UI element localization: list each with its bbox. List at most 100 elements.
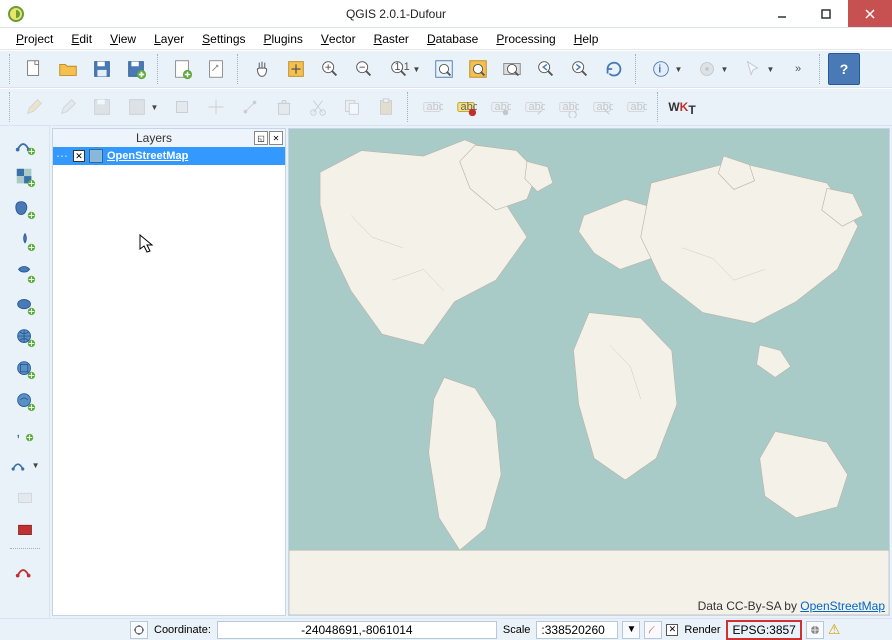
settings-dropdown-button[interactable]: ▼ (690, 53, 734, 85)
layer-visibility-checkbox[interactable]: ✕ (73, 150, 85, 162)
add-vector-layer-button[interactable] (9, 130, 41, 160)
label-abc-4-button[interactable]: abc (518, 91, 550, 123)
close-button[interactable] (848, 0, 892, 27)
layers-panel-close-button[interactable]: ✕ (269, 131, 283, 145)
pan-button[interactable] (246, 53, 278, 85)
zoom-in-button[interactable] (314, 53, 346, 85)
add-raster-layer-button[interactable] (9, 162, 41, 192)
menu-project[interactable]: Project (8, 30, 61, 48)
new-composer-button[interactable] (166, 53, 198, 85)
new-shapefile-button[interactable]: ▼ (9, 450, 41, 480)
layer-row-openstreetmap[interactable]: ⋯ ✕ OpenStreetMap (53, 147, 285, 165)
move-feature-button[interactable] (200, 91, 232, 123)
label-abc-7-button[interactable]: abc (620, 91, 652, 123)
add-wcs-layer-button[interactable] (9, 354, 41, 384)
crs-status-box[interactable]: EPSG:3857 (726, 620, 801, 640)
save-as-button[interactable] (120, 53, 152, 85)
label-abc-6-button[interactable]: abc (586, 91, 618, 123)
add-spatialite-layer-button[interactable] (9, 226, 41, 256)
toolbar-grip[interactable] (635, 54, 639, 84)
titlebar: QGIS 2.0.1-Dufour (0, 0, 892, 28)
menu-database[interactable]: Database (419, 30, 486, 48)
label-abc-1-button[interactable]: abc (416, 91, 448, 123)
toggle-extents-button[interactable] (130, 621, 148, 639)
toolbar-grip[interactable] (407, 92, 411, 122)
zoom-to-selection-button[interactable] (462, 53, 494, 85)
add-postgis-layer-button[interactable] (9, 194, 41, 224)
scale-dropdown-button[interactable]: ▼ (622, 621, 640, 639)
zoom-last-button[interactable] (530, 53, 562, 85)
coordinate-field[interactable]: -24048691,-8061014 (217, 621, 497, 639)
question-icon: ? (840, 61, 849, 77)
toolbar-grip[interactable] (9, 92, 13, 122)
layers-tree[interactable]: ⋯ ✕ OpenStreetMap (53, 147, 285, 615)
layer-name-label: OpenStreetMap (107, 150, 188, 162)
composer-manager-button[interactable] (200, 53, 232, 85)
zoom-next-button[interactable] (564, 53, 596, 85)
open-project-button[interactable] (52, 53, 84, 85)
save-edits-button[interactable] (86, 91, 118, 123)
menu-vector[interactable]: Vector (313, 30, 364, 48)
add-wms-layer-button[interactable] (9, 322, 41, 352)
menu-layer[interactable]: Layer (146, 30, 192, 48)
menu-view[interactable]: View (102, 30, 144, 48)
menu-raster[interactable]: Raster (366, 30, 417, 48)
layers-panel-float-button[interactable]: ◱ (254, 131, 268, 145)
left-toolbar: , ▼ (0, 126, 50, 618)
world-map-tiles (289, 129, 889, 615)
add-wfs-layer-button[interactable] (9, 386, 41, 416)
add-oracle-layer-button[interactable] (9, 290, 41, 320)
render-checkbox[interactable]: ✕ (666, 624, 678, 636)
label-abc-5-button[interactable]: abc (552, 91, 584, 123)
copy-button[interactable] (336, 91, 368, 123)
zoom-native-button[interactable]: 1:1▼ (382, 53, 426, 85)
svg-text:abc: abc (597, 101, 614, 113)
save-edits-dropdown[interactable]: ▼ (120, 91, 164, 123)
menu-processing[interactable]: Processing (488, 30, 563, 48)
help-button[interactable]: ? (828, 53, 860, 85)
label-abc-yellow-button[interactable]: abc (450, 91, 482, 123)
zoom-full-button[interactable] (428, 53, 460, 85)
scale-field[interactable]: :338520260 (536, 621, 618, 639)
pan-to-selection-button[interactable] (280, 53, 312, 85)
new-project-button[interactable] (18, 53, 50, 85)
cut-button[interactable] (302, 91, 334, 123)
zoom-out-button[interactable] (348, 53, 380, 85)
messages-button[interactable]: ⚠ (828, 621, 841, 638)
toolbar-overflow-button[interactable]: » (782, 53, 814, 85)
scale-lock-button[interactable] (644, 621, 662, 639)
crs-button[interactable] (806, 621, 824, 639)
menu-edit[interactable]: Edit (63, 30, 100, 48)
window-controls (760, 0, 892, 27)
identify-button[interactable]: i▼ (644, 53, 688, 85)
menu-help[interactable]: Help (566, 30, 607, 48)
toolbar-grip[interactable] (819, 54, 823, 84)
node-tool-button[interactable] (234, 91, 266, 123)
gps-button[interactable] (9, 514, 41, 544)
zoom-to-layer-button[interactable] (496, 53, 528, 85)
render-label: Render (682, 624, 722, 636)
menu-settings[interactable]: Settings (194, 30, 253, 48)
label-abc-3-button[interactable]: abc (484, 91, 516, 123)
toolbar-grip[interactable] (657, 92, 661, 122)
add-delimited-text-button[interactable]: , (9, 418, 41, 448)
select-dropdown-button[interactable]: ▼ (736, 53, 780, 85)
paste-button[interactable] (370, 91, 402, 123)
remove-layer-button[interactable] (9, 482, 41, 512)
toggle-editing-button[interactable] (52, 91, 84, 123)
menu-plugins[interactable]: Plugins (256, 30, 311, 48)
add-feature-button[interactable] (166, 91, 198, 123)
refresh-button[interactable] (598, 53, 630, 85)
add-mssql-layer-button[interactable] (9, 258, 41, 288)
save-project-button[interactable] (86, 53, 118, 85)
wkt-button[interactable]: WKT (666, 91, 698, 123)
toolbar-grip[interactable] (237, 54, 241, 84)
minimize-button[interactable] (760, 0, 804, 27)
maximize-button[interactable] (804, 0, 848, 27)
attribution-link[interactable]: OpenStreetMap (800, 599, 885, 613)
toolbar-grip[interactable] (9, 54, 13, 84)
delete-selected-button[interactable] (268, 91, 300, 123)
wkt-side-button[interactable] (9, 556, 41, 586)
edit-pencil-button[interactable] (18, 91, 50, 123)
map-canvas[interactable]: Data CC-By-SA by OpenStreetMap (288, 128, 890, 616)
